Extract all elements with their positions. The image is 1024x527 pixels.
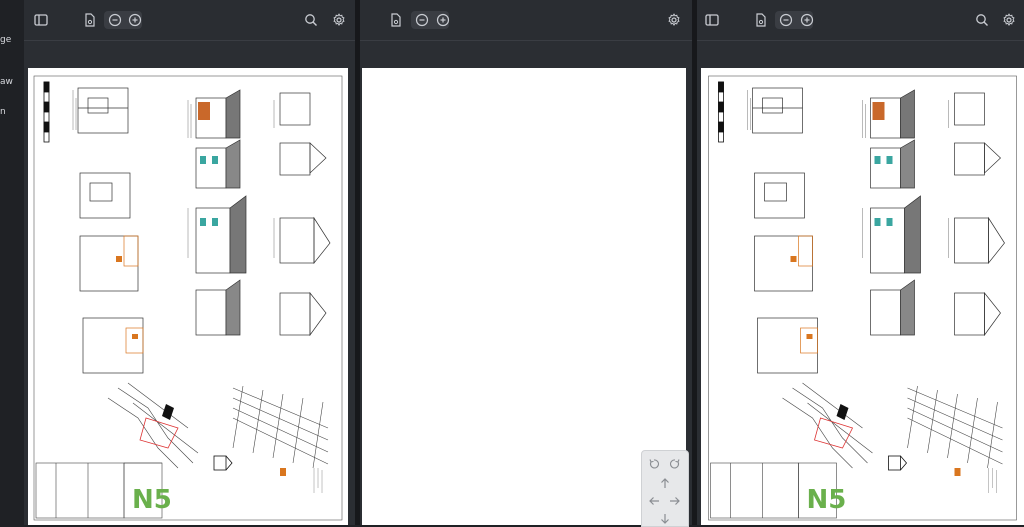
gear-icon[interactable] bbox=[330, 11, 348, 29]
blank-sheet-middle[interactable] bbox=[362, 68, 686, 525]
toolbar-middle bbox=[360, 0, 692, 41]
minus-circle-icon[interactable] bbox=[106, 11, 124, 29]
rotate-cw-icon[interactable] bbox=[667, 456, 683, 472]
arrow-left-icon[interactable] bbox=[646, 493, 662, 509]
gear-icon[interactable] bbox=[1000, 11, 1018, 29]
strip-text-3: n bbox=[0, 107, 6, 117]
document-icon[interactable] bbox=[387, 11, 405, 29]
svg-text:N5: N5 bbox=[807, 485, 847, 515]
navigation-pad bbox=[641, 450, 689, 527]
minus-circle-icon[interactable] bbox=[413, 11, 431, 29]
arrow-up-icon[interactable] bbox=[657, 475, 673, 491]
strip-text-1: ge bbox=[0, 35, 12, 45]
left-edge-strip: ge aw n bbox=[0, 0, 24, 525]
document-stage-left: N5 bbox=[24, 41, 355, 525]
sidebar-icon[interactable] bbox=[32, 11, 50, 29]
document-icon[interactable] bbox=[81, 11, 99, 29]
rotate-ccw-icon[interactable] bbox=[646, 456, 662, 472]
plus-circle-icon[interactable] bbox=[798, 11, 816, 29]
search-icon[interactable] bbox=[302, 11, 320, 29]
gear-icon[interactable] bbox=[665, 11, 683, 29]
pdf-viewer-middle bbox=[360, 0, 692, 525]
svg-text:N5: N5 bbox=[132, 485, 172, 515]
plus-circle-icon[interactable] bbox=[126, 11, 144, 29]
pdf-viewer-right: N5 bbox=[697, 0, 1024, 525]
drawing-sheet-left[interactable]: N5 bbox=[28, 68, 348, 525]
toolbar-right bbox=[697, 0, 1024, 41]
pdf-viewer-left: N5 bbox=[24, 0, 355, 525]
toolbar-left bbox=[24, 0, 355, 41]
arrow-right-icon[interactable] bbox=[667, 493, 683, 509]
sidebar-icon[interactable] bbox=[703, 11, 721, 29]
document-icon[interactable] bbox=[752, 11, 770, 29]
plus-circle-icon[interactable] bbox=[434, 11, 452, 29]
search-icon[interactable] bbox=[973, 11, 991, 29]
strip-text-2: aw bbox=[0, 77, 13, 87]
minus-circle-icon[interactable] bbox=[777, 11, 795, 29]
drawing-sheet-right[interactable]: N5 bbox=[701, 68, 1024, 525]
architectural-drawing: N5 bbox=[708, 75, 1017, 521]
architectural-drawing: N5 bbox=[33, 75, 343, 521]
document-stage-right: N5 bbox=[697, 41, 1024, 525]
